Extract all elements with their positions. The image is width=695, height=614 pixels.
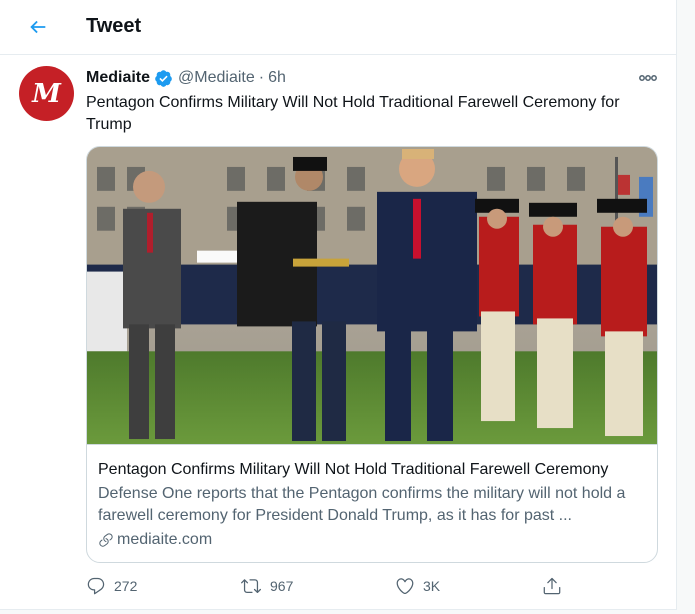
avatar-letter: M bbox=[32, 78, 61, 109]
verified-badge-icon bbox=[155, 69, 172, 87]
retweet-icon bbox=[241, 579, 261, 594]
header: Tweet bbox=[0, 0, 677, 55]
share-button[interactable] bbox=[542, 574, 562, 598]
heart-icon bbox=[396, 578, 414, 595]
arrow-left-icon bbox=[30, 20, 46, 34]
retweet-count: 967 bbox=[270, 578, 294, 594]
separator-dot: · bbox=[258, 69, 265, 86]
page-title: Tweet bbox=[86, 15, 142, 37]
reply-icon bbox=[87, 577, 105, 595]
card-info: Pentagon Confirms Military Will Not Hold… bbox=[98, 459, 646, 551]
link-card[interactable]: Pentagon Confirms Military Will Not Hold… bbox=[86, 146, 658, 563]
card-domain-text: mediaite.com bbox=[117, 531, 213, 548]
back-button[interactable] bbox=[20, 9, 56, 45]
tweet-detail-panel: Tweet M Mediaite @Mediaite · 6h Pentagon… bbox=[0, 0, 677, 610]
card-description: Defense One reports that the Pentagon co… bbox=[98, 485, 626, 524]
more-options-button[interactable] bbox=[634, 67, 662, 89]
card-title: Pentagon Confirms Military Will Not Hold… bbox=[98, 461, 609, 478]
timestamp[interactable]: 6h bbox=[268, 68, 286, 88]
like-button[interactable]: 3K bbox=[395, 574, 440, 598]
action-bar: 272 967 3K bbox=[86, 574, 566, 598]
author-row: Mediaite @Mediaite · 6h bbox=[86, 67, 286, 89]
reply-button[interactable]: 272 bbox=[86, 574, 137, 598]
handle[interactable]: @Mediaite bbox=[178, 68, 255, 88]
card-domain: mediaite.com bbox=[98, 529, 646, 551]
like-count: 3K bbox=[423, 578, 441, 594]
display-name[interactable]: Mediaite bbox=[86, 68, 150, 88]
link-icon bbox=[99, 533, 113, 547]
reply-count: 272 bbox=[114, 578, 138, 594]
photo-military-ceremony bbox=[87, 147, 657, 445]
share-icon bbox=[543, 577, 561, 595]
more-horizontal-icon bbox=[639, 75, 657, 81]
avatar[interactable]: M bbox=[19, 66, 74, 121]
retweet-button[interactable]: 967 bbox=[240, 574, 293, 598]
tweet-text: Pentagon Confirms Military Will Not Hold… bbox=[86, 94, 620, 133]
